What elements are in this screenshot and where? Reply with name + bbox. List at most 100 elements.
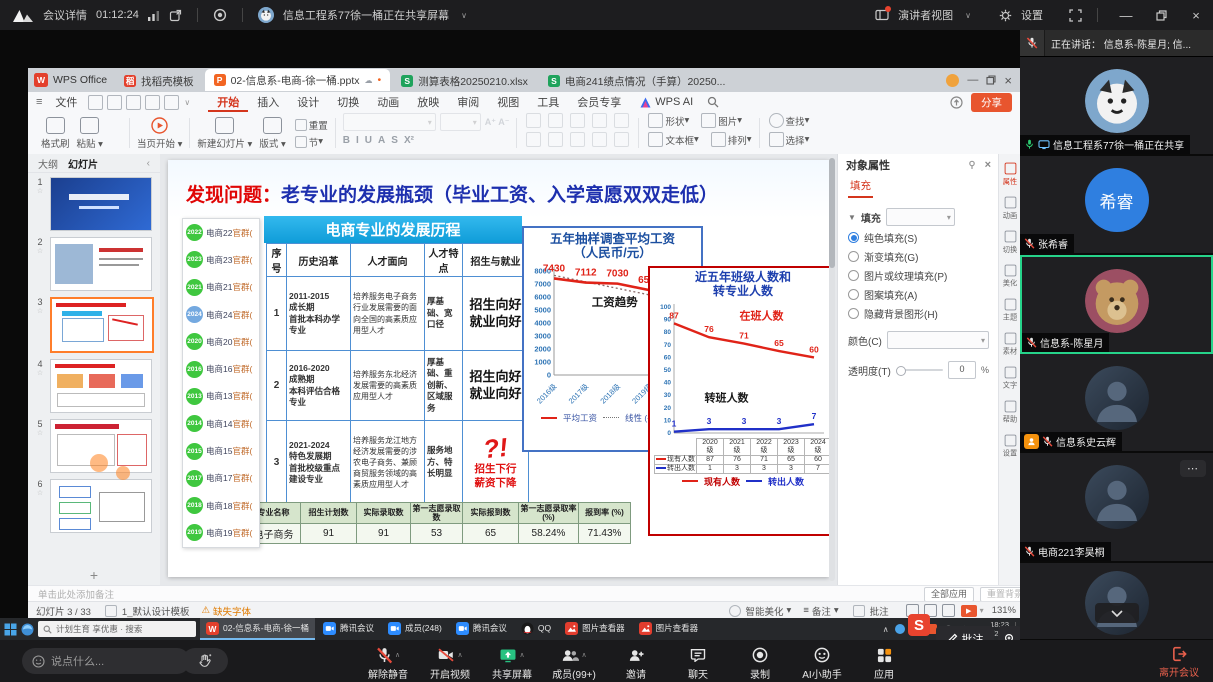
toolbar-camera-off-button[interactable]: ∧开启视频 xyxy=(424,643,476,681)
menu-3[interactable]: 切换 xyxy=(328,92,368,112)
chevron-down-icon[interactable]: ▾ xyxy=(980,606,984,615)
opacity-value[interactable]: 0 xyxy=(948,361,976,379)
taskbar-app-6[interactable]: 图片查看器 xyxy=(633,618,705,640)
radio-icon[interactable] xyxy=(848,289,859,300)
reading-view-icon[interactable] xyxy=(942,604,955,617)
maximize-button[interactable] xyxy=(1148,0,1174,30)
qq-group-item[interactable]: 2022电商22官群( xyxy=(183,219,259,246)
gear-icon[interactable] xyxy=(999,9,1012,22)
participant-tile-5[interactable] xyxy=(1020,563,1213,641)
toolbar-chat-button[interactable]: 聊天 xyxy=(672,643,724,681)
font-family-select[interactable]: ▾ xyxy=(343,113,436,131)
menu-6[interactable]: 审阅 xyxy=(448,92,488,112)
tab-outline[interactable]: 大纲 xyxy=(38,156,58,171)
dock-item-3[interactable]: 美化 xyxy=(1002,264,1018,289)
caret-icon[interactable]: ∧ xyxy=(395,651,400,659)
slide-thumbnail[interactable] xyxy=(50,297,154,353)
shape-button[interactable]: 形状 ▾ xyxy=(646,113,689,128)
paragraph-icons-row1[interactable] xyxy=(524,113,631,128)
wps-home-tab[interactable]: WPS Office xyxy=(53,74,107,86)
participant-tile-1[interactable]: 希睿张希睿 xyxy=(1020,156,1213,255)
sharing-status-label[interactable]: 信息工程系77徐一桶正在共享屏幕 xyxy=(283,7,449,23)
menu-0[interactable]: 开始 xyxy=(208,92,248,112)
wps-minimize-button[interactable]: — xyxy=(967,74,978,86)
collapse-tiles-button[interactable] xyxy=(1095,603,1139,623)
print-icon[interactable] xyxy=(107,95,122,110)
format-mark[interactable]: I xyxy=(356,135,359,146)
dock-item-0[interactable]: 属性 xyxy=(1002,162,1018,187)
preview-icon[interactable] xyxy=(126,95,141,110)
cut-icon[interactable] xyxy=(110,122,122,132)
paragraph-icons-row2[interactable] xyxy=(524,132,631,147)
toolbar-record-button[interactable]: 录制 xyxy=(734,643,786,681)
wps-restore-button[interactable] xyxy=(986,75,996,85)
dock-item-5[interactable]: 素材 xyxy=(1002,332,1018,357)
slide-thumbnail-item[interactable]: 3☆ xyxy=(28,293,160,355)
menu-5[interactable]: 放映 xyxy=(408,92,448,112)
fill-option[interactable]: 图案填充(A) xyxy=(838,283,999,302)
fill-option[interactable]: 图片或纹理填充(P) xyxy=(838,264,999,283)
menu-9[interactable]: 会员专享 xyxy=(568,92,630,112)
minimize-button[interactable]: — xyxy=(1113,0,1139,30)
menu-7[interactable]: 视图 xyxy=(488,92,528,112)
notes-placeholder[interactable]: 单击此处添加备注 xyxy=(38,587,114,601)
fill-option[interactable]: 隐藏背景图形(H) xyxy=(838,302,999,321)
slideshow-play-button[interactable]: ▶ xyxy=(961,605,977,617)
font-size-select[interactable]: ▾ xyxy=(440,113,481,131)
dock-item-1[interactable]: 动画 xyxy=(1002,196,1018,221)
reset-background-button[interactable]: 重置背景 xyxy=(980,587,1020,602)
qq-group-item[interactable]: 2017电商17官群( xyxy=(183,465,259,492)
fill-option[interactable]: 渐变填充(G) xyxy=(838,245,999,264)
picture-button[interactable]: 图片 ▾ xyxy=(699,113,742,128)
taskbar-app-4[interactable]: QQ xyxy=(515,618,557,640)
reset-button[interactable]: 重置 xyxy=(293,118,328,132)
add-slide-button[interactable]: + xyxy=(28,567,160,583)
quick-chat-input[interactable]: 说点什么... xyxy=(22,648,190,674)
fill-option[interactable]: 纯色填充(S) xyxy=(838,226,999,245)
format-mark[interactable]: A xyxy=(378,135,385,146)
toolbar-ai-button[interactable]: AI小助手 xyxy=(796,643,848,681)
collapse-panel-icon[interactable]: ‹ xyxy=(147,158,150,169)
editor-scrollbar[interactable] xyxy=(829,158,835,581)
qq-group-item[interactable]: 2014电商14官群( xyxy=(183,410,259,437)
format-mark[interactable]: B xyxy=(343,135,350,146)
qq-group-item[interactable]: 2018电商18官群( xyxy=(183,492,259,519)
caret-icon[interactable]: ∧ xyxy=(581,651,586,659)
opacity-slider[interactable] xyxy=(896,369,943,371)
radio-icon[interactable] xyxy=(848,232,859,243)
chevron-down-icon[interactable]: ∨ xyxy=(461,11,467,20)
toolbar-invite-button[interactable]: 邀请 xyxy=(610,643,662,681)
format-painter-button[interactable]: 格式刷 xyxy=(41,117,70,150)
undo-icon[interactable] xyxy=(145,95,160,110)
section-button[interactable]: 节 ▾ xyxy=(293,135,328,149)
close-panel-icon[interactable]: × xyxy=(985,159,991,171)
slide-thumbnail[interactable] xyxy=(50,359,152,413)
qq-group-item[interactable]: 2020电商20官群( xyxy=(183,328,259,355)
fill-preset-select[interactable]: ▾ xyxy=(886,208,955,226)
tab-slides[interactable]: 幻灯片 xyxy=(68,156,98,171)
format-mark[interactable]: X² xyxy=(404,135,414,146)
format-mark[interactable]: U xyxy=(365,135,372,146)
qq-group-item[interactable]: 2024电商24官群( xyxy=(183,301,259,328)
radio-icon[interactable] xyxy=(848,251,859,262)
chevron-down-icon[interactable]: ∨ xyxy=(965,11,971,20)
taskbar-app-1[interactable]: 腾讯会议 xyxy=(317,618,380,640)
layout-button[interactable]: 版式 ▾ xyxy=(259,117,285,150)
caret-icon[interactable]: ∧ xyxy=(519,651,524,659)
pin-icon[interactable] xyxy=(967,160,977,170)
new-slide-button[interactable]: 新建幻灯片 ▾ xyxy=(197,117,252,150)
taskbar-app-0[interactable]: W02-信息系-电商-徐一桶 xyxy=(200,618,315,640)
qq-group-item[interactable]: 2021电商21官群( xyxy=(183,274,259,301)
share-button[interactable]: 分享 xyxy=(971,93,1012,112)
close-button[interactable]: × xyxy=(1183,0,1209,30)
view-mode-label[interactable]: 演讲者视图 xyxy=(898,7,953,23)
magnifier-tool-button[interactable] xyxy=(998,626,1020,640)
section-collapse-icon[interactable]: ▼ xyxy=(848,213,856,222)
slide-thumbnail-item[interactable]: 4☆ xyxy=(28,355,160,415)
dock-item-7[interactable]: 帮助 xyxy=(1002,400,1018,425)
tray-qq-icon[interactable] xyxy=(895,624,905,634)
qq-group-item[interactable]: 2019电商19官群( xyxy=(183,519,259,546)
meeting-details-link[interactable]: 会议详情 xyxy=(43,7,87,23)
redo-icon[interactable] xyxy=(164,95,179,110)
menu-8[interactable]: 工具 xyxy=(528,92,568,112)
